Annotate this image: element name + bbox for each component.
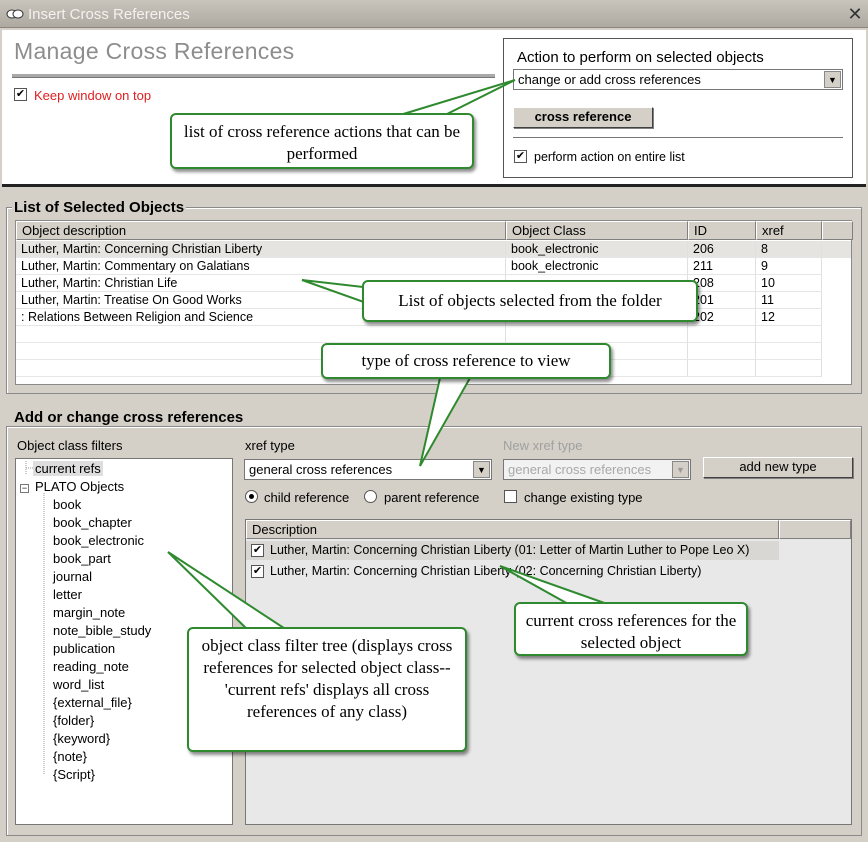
callout-objects: List of objects selected from the folder	[362, 280, 698, 322]
callout-type-view: type of cross reference to view	[321, 343, 611, 379]
callout-actions: list of cross reference actions that can…	[170, 113, 474, 169]
callout-tail-type-view	[419, 377, 472, 467]
callout-tail-tree	[167, 551, 294, 633]
callout-current: current cross references for the selecte…	[514, 602, 748, 656]
callout-tail-current	[499, 565, 611, 606]
callout-tail-actions	[399, 79, 516, 116]
callout-tree: object class filter tree (displays cross…	[187, 627, 467, 752]
